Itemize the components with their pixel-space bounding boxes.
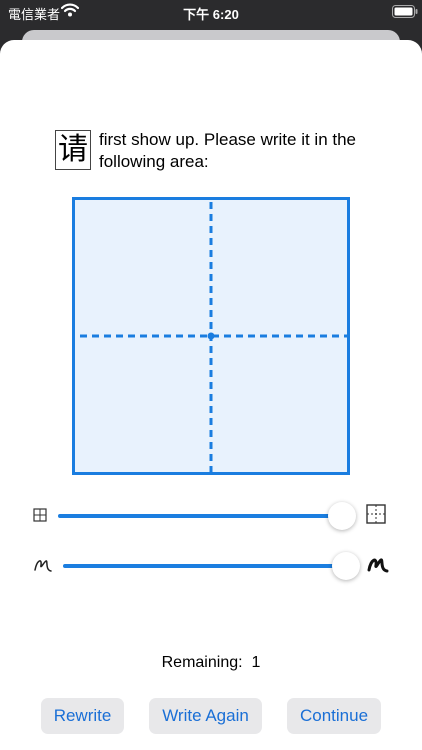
continue-button[interactable]: Continue [287, 698, 381, 734]
writing-pad[interactable] [72, 197, 350, 475]
grid-size-slider-track[interactable] [58, 514, 344, 518]
remaining-label: Remaining: [161, 654, 243, 671]
remaining-count: 1 [251, 654, 261, 671]
thick-stroke-icon [367, 555, 389, 580]
prompt-text: first show up. Please write it in the fo… [99, 130, 357, 171]
grid-guides [80, 202, 347, 472]
remaining-counter: Remaining: 1 [0, 654, 422, 672]
status-time: 下午 6:20 [183, 7, 239, 22]
stroke-width-slider-track[interactable] [63, 564, 345, 568]
stroke-width-slider-thumb[interactable] [332, 552, 360, 580]
large-grid-icon [366, 504, 386, 529]
write-again-button[interactable]: Write Again [149, 698, 262, 734]
rewrite-button[interactable]: Rewrite [41, 698, 124, 734]
stroke-width-slider-row [0, 546, 422, 586]
grid-size-slider-row [0, 496, 422, 536]
thin-stroke-icon [33, 556, 53, 579]
battery-icon [392, 5, 418, 21]
status-bar: 電信業者 下午 6:20 [0, 0, 422, 26]
grid-size-slider-thumb[interactable] [328, 502, 356, 530]
target-character: 请 [55, 130, 91, 170]
small-grid-icon [33, 508, 47, 527]
